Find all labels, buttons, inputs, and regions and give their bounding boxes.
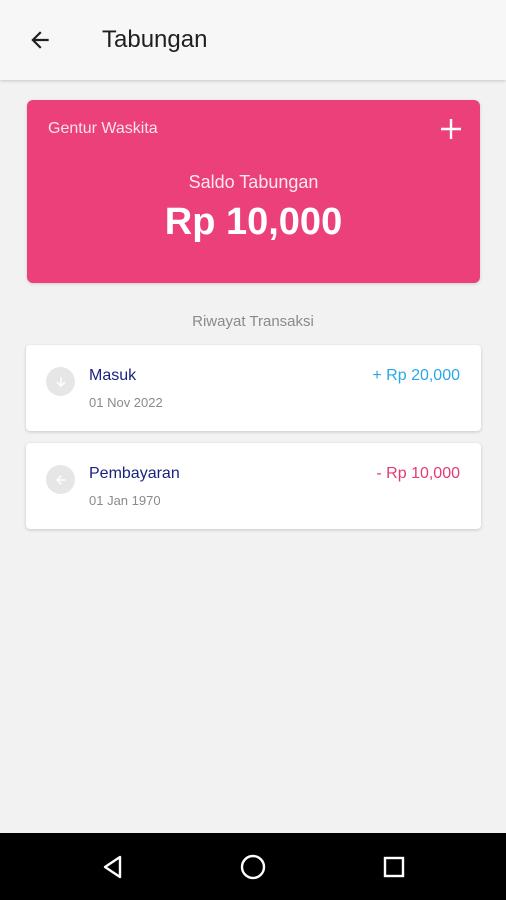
- transaction-type: Masuk: [89, 367, 137, 384]
- arrow-left-icon: [31, 31, 49, 49]
- transaction-date: 01 Jan 1970: [89, 493, 161, 508]
- transaction-history-title: Riwayat Transaksi: [192, 313, 314, 330]
- page-title: Tabungan: [102, 26, 208, 53]
- transaction-item-pembayaran[interactable]: Pembayaran 01 Jan 1970 - Rp 10,000: [26, 443, 481, 529]
- transaction-amount: + Rp 20,000: [372, 367, 460, 384]
- transaction-amount: - Rp 10,000: [376, 465, 460, 482]
- add-button[interactable]: [438, 116, 464, 142]
- account-owner-name: Gentur Waskita: [48, 120, 158, 137]
- transaction-type: Pembayaran: [89, 465, 180, 482]
- triangle-back-icon: [103, 855, 122, 879]
- nav-back-button[interactable]: [97, 851, 129, 883]
- transaction-item-masuk[interactable]: Masuk 01 Nov 2022 + Rp 20,000: [26, 345, 481, 431]
- transaction-date: 01 Nov 2022: [89, 395, 163, 410]
- balance-amount: Rp 10,000: [164, 201, 343, 243]
- balance-card: Gentur Waskita Saldo Tabungan Rp 10,000: [27, 100, 480, 283]
- back-button[interactable]: [22, 22, 58, 58]
- nav-recents-button[interactable]: [378, 851, 410, 883]
- system-navigation-bar: [0, 833, 506, 900]
- arrow-down-icon: [46, 367, 75, 396]
- balance-label: Saldo Tabungan: [188, 172, 319, 192]
- square-recents-icon: [383, 856, 405, 878]
- circle-home-icon: [240, 854, 266, 880]
- arrow-left-icon: [46, 465, 75, 494]
- app-bar: Tabungan: [0, 0, 506, 80]
- nav-home-button[interactable]: [237, 851, 269, 883]
- plus-icon: [441, 119, 461, 139]
